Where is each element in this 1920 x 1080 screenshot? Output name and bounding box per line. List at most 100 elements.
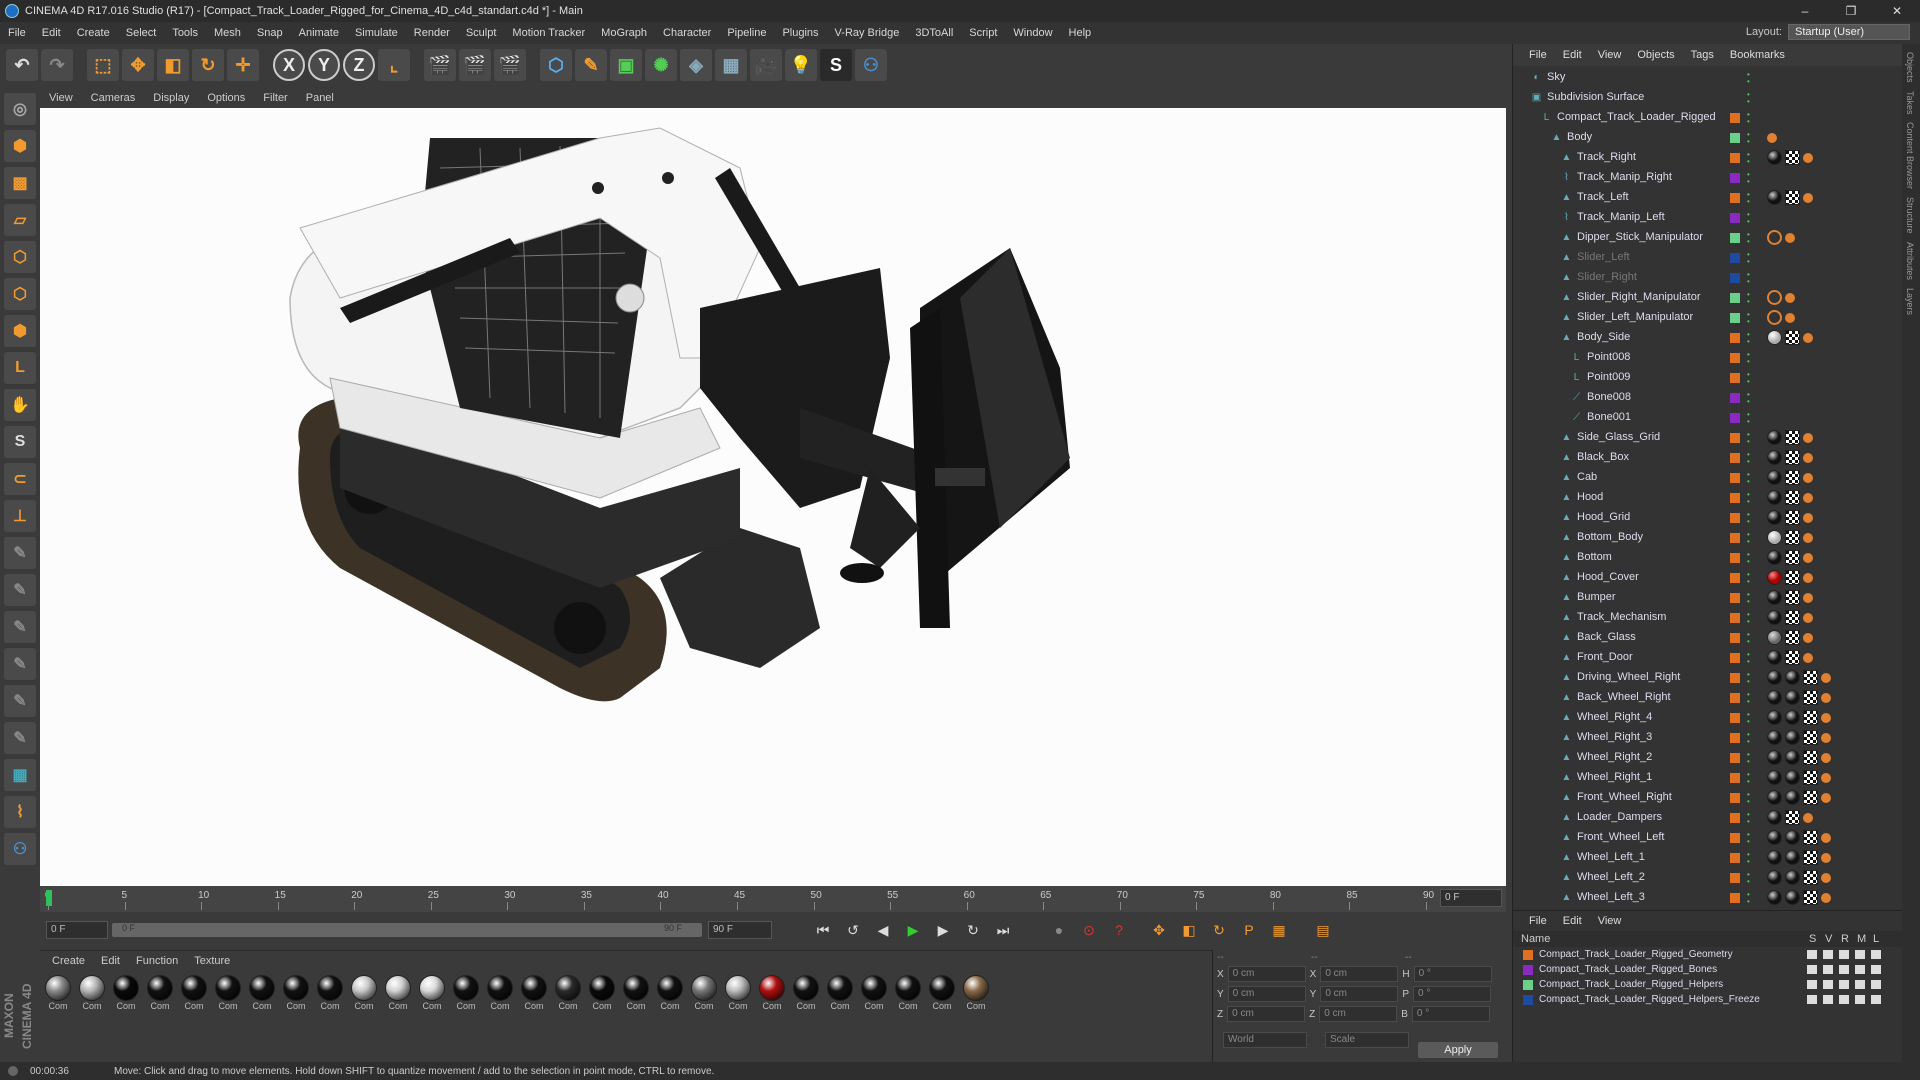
layer-toggle-icon[interactable] xyxy=(1839,980,1849,989)
layer-menu-file[interactable]: File xyxy=(1521,915,1555,927)
material-tag-icon[interactable] xyxy=(1767,450,1782,465)
selection-tag-icon[interactable] xyxy=(1821,753,1831,763)
live-selection-icon[interactable]: ⬚ xyxy=(87,49,119,81)
selection-tag-icon[interactable] xyxy=(1803,153,1813,163)
redo-button[interactable]: ↷ xyxy=(41,49,73,81)
snapping-icon[interactable]: S xyxy=(4,426,36,458)
uvw-tag-icon[interactable] xyxy=(1803,670,1818,685)
recent-tool-icon[interactable]: ✛ xyxy=(227,49,259,81)
menu-mesh[interactable]: Mesh xyxy=(206,27,249,39)
visibility-dots[interactable]: • • xyxy=(1747,91,1750,106)
brush-3-icon[interactable]: ✎ xyxy=(4,648,36,680)
material-tag-icon[interactable] xyxy=(1767,750,1782,765)
size-field[interactable]: 0 cm xyxy=(1320,966,1399,982)
selection-tag-icon[interactable] xyxy=(1821,713,1831,723)
side-tab-attributes[interactable]: Attributes xyxy=(1905,242,1915,280)
material-swatch[interactable]: Com xyxy=(316,975,344,1011)
object-menu-tags[interactable]: Tags xyxy=(1683,49,1722,61)
material-swatch[interactable]: Com xyxy=(928,975,956,1011)
object-row[interactable]: L Compact_Track_Loader_Rigged • • xyxy=(1513,108,1902,128)
material-tag-icon[interactable] xyxy=(1767,610,1782,625)
subdivision-surface-icon[interactable]: ▣ xyxy=(610,49,642,81)
object-row[interactable]: ▲ Slider_Left_Manipulator • • xyxy=(1513,308,1902,328)
selection-tag-icon[interactable] xyxy=(1821,873,1831,883)
layer-toggle-icon[interactable] xyxy=(1839,950,1849,959)
visibility-dots[interactable]: • • xyxy=(1747,71,1750,86)
visibility-dots[interactable]: • • xyxy=(1747,891,1750,906)
array-object-icon[interactable]: ✺ xyxy=(645,49,677,81)
layer-color-swatch[interactable] xyxy=(1730,873,1740,883)
layer-color-swatch[interactable] xyxy=(1730,253,1740,263)
selection-tag-icon[interactable] xyxy=(1803,513,1813,523)
current-frame-marker[interactable] xyxy=(46,890,52,906)
material-swatch[interactable]: Com xyxy=(248,975,276,1011)
uvw-tag-icon[interactable] xyxy=(1785,450,1800,465)
object-row[interactable]: ▲ Cab • • xyxy=(1513,468,1902,488)
material-tag-icon[interactable] xyxy=(1767,530,1782,545)
object-row[interactable]: ▲ Bottom_Body • • xyxy=(1513,528,1902,548)
uvw-tag-icon[interactable] xyxy=(1803,710,1818,725)
layer-menu-edit[interactable]: Edit xyxy=(1555,915,1590,927)
layer-color-swatch[interactable] xyxy=(1730,473,1740,483)
material-swatch[interactable]: Com xyxy=(520,975,548,1011)
layer-color-swatch[interactable] xyxy=(1730,593,1740,603)
render-view-icon[interactable]: 🎬 xyxy=(424,49,456,81)
menu-help[interactable]: Help xyxy=(1061,27,1100,39)
object-row[interactable]: ▲ Front_Wheel_Left • • xyxy=(1513,828,1902,848)
size-field[interactable]: 0 cm xyxy=(1319,1006,1398,1022)
minimize-button[interactable]: – xyxy=(1782,0,1828,22)
coordinate-system-icon[interactable]: ⌞ xyxy=(378,49,410,81)
material-tag-icon[interactable] xyxy=(1767,890,1782,905)
3d-viewport[interactable] xyxy=(40,108,1506,886)
object-row[interactable]: ▲ Wheel_Left_3 • • xyxy=(1513,888,1902,908)
layer-color-swatch[interactable] xyxy=(1730,413,1740,423)
object-menu-file[interactable]: File xyxy=(1521,49,1555,61)
object-row[interactable]: ▲ Wheel_Right_2 • • xyxy=(1513,748,1902,768)
menu-window[interactable]: Window xyxy=(1005,27,1060,39)
visibility-dots[interactable]: • • xyxy=(1747,511,1750,526)
material-tag-icon[interactable] xyxy=(1767,430,1782,445)
material-tag-icon[interactable] xyxy=(1767,330,1782,345)
material-swatch[interactable]: Com xyxy=(894,975,922,1011)
layer-toggle-icon[interactable] xyxy=(1855,965,1865,974)
object-row[interactable]: ▲ Bumper • • xyxy=(1513,588,1902,608)
visibility-dots[interactable]: • • xyxy=(1747,491,1750,506)
layer-menu-view[interactable]: View xyxy=(1590,915,1630,927)
selection-tag-icon[interactable] xyxy=(1803,333,1813,343)
uvw-tag-icon[interactable] xyxy=(1803,790,1818,805)
material-tag-icon[interactable] xyxy=(1785,670,1800,685)
layer-color-swatch[interactable] xyxy=(1730,373,1740,383)
object-row[interactable]: ▲ Side_Glass_Grid • • xyxy=(1513,428,1902,448)
menu-animate[interactable]: Animate xyxy=(291,27,347,39)
visibility-dots[interactable]: • • xyxy=(1747,731,1750,746)
layer-toggle-icon[interactable] xyxy=(1823,965,1833,974)
object-row[interactable]: ▲ Front_Wheel_Right • • xyxy=(1513,788,1902,808)
layer-toggle-icon[interactable] xyxy=(1871,995,1881,1004)
object-row[interactable]: ▲ Front_Door • • xyxy=(1513,648,1902,668)
material-tag-icon[interactable] xyxy=(1767,550,1782,565)
visibility-dots[interactable]: • • xyxy=(1747,411,1750,426)
layer-color-swatch[interactable] xyxy=(1730,713,1740,723)
visibility-dots[interactable]: • • xyxy=(1747,251,1750,266)
deformer-icon[interactable]: ◈ xyxy=(680,49,712,81)
viewport-menu-cameras[interactable]: Cameras xyxy=(82,92,145,104)
object-row[interactable]: ▲ Wheel_Right_1 • • xyxy=(1513,768,1902,788)
current-frame-field[interactable]: 0 F xyxy=(1440,889,1502,907)
point-level-animation-icon[interactable]: ▦ xyxy=(1266,917,1292,943)
selection-tag-icon[interactable] xyxy=(1803,433,1813,443)
workplane-lock-icon[interactable]: ⊥ xyxy=(4,500,36,532)
timeline-ruler[interactable]: 051015202530354045505560657075808590 0 F xyxy=(40,886,1506,912)
layer-toggle-icon[interactable] xyxy=(1839,995,1849,1004)
selection-tag-icon[interactable] xyxy=(1785,233,1795,243)
object-row[interactable]: ▲ Wheel_Left_2 • • xyxy=(1513,868,1902,888)
sculpt-icon[interactable]: S xyxy=(820,49,852,81)
uvw-tag-icon[interactable] xyxy=(1803,890,1818,905)
visibility-dots[interactable]: • • xyxy=(1747,431,1750,446)
scale-key-icon[interactable]: ◧ xyxy=(1176,917,1202,943)
material-menu-function[interactable]: Function xyxy=(128,955,186,967)
layer-toggle-icon[interactable] xyxy=(1807,965,1817,974)
undo-button[interactable]: ↶ xyxy=(6,49,38,81)
visibility-dots[interactable]: • • xyxy=(1747,351,1750,366)
layer-color-swatch[interactable] xyxy=(1730,733,1740,743)
uvw-tag-icon[interactable] xyxy=(1803,830,1818,845)
